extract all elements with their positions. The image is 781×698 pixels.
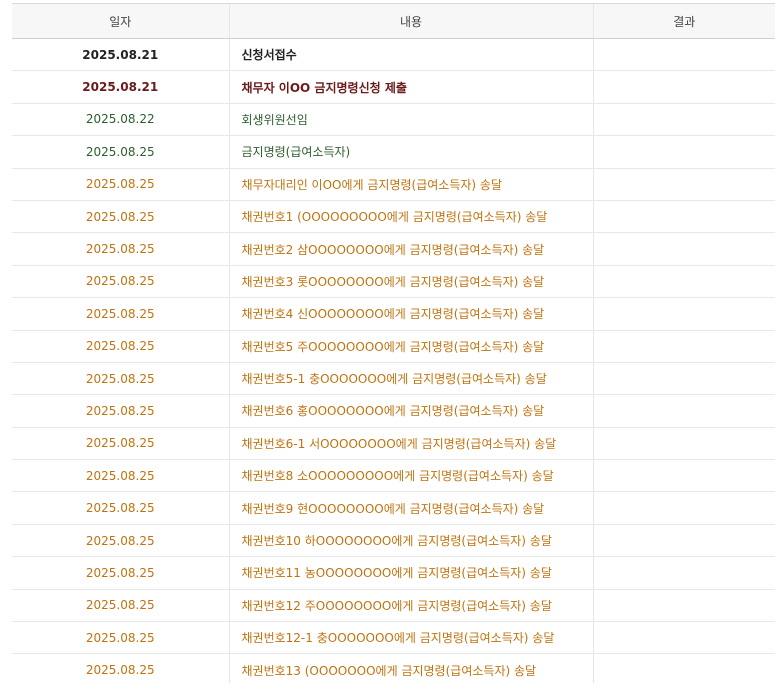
table-row: 2025.08.25 채권번호13 (OOOOOOO에게 금지명령(급여소득자) …: [12, 653, 775, 687]
result-cell: [592, 589, 775, 623]
result-cell: [592, 70, 775, 104]
content-cell: 채권번호6-1 서OOOOOOOO에게 금지명령(급여소득자) 송달: [228, 427, 593, 461]
table-row: 2025.08.21 신청서접수: [12, 38, 775, 72]
date-cell: 2025.08.25: [12, 491, 229, 525]
date-cell: 2025.08.21: [12, 38, 229, 72]
table-row: 2025.08.25 채권번호12-1 충OOOOOOO에게 금지명령(급여소득자…: [12, 621, 775, 655]
result-cell: [592, 362, 775, 396]
table-body: 2025.08.21 신청서접수 2025.08.21 채무자 이OO 금지명령신청 …: [12, 38, 775, 687]
date-cell: 2025.08.25: [12, 265, 229, 299]
table-row: 2025.08.25 채권번호12 주OOOOOOOO에게 금지명령(급여소득자)…: [12, 589, 775, 623]
result-cell: [592, 330, 775, 363]
table-row: 2025.08.25 채권번호2 삼OOOOOOOO에게 금지명령(급여소득자) …: [12, 232, 775, 266]
case-history-table-wrapper: 일자 내용 결과 2025.08.21 신청서접수 2025.08.21 채무자 이O…: [12, 3, 775, 687]
content-cell: 금지명령(급여소득자): [228, 135, 593, 169]
date-cell: 2025.08.25: [12, 459, 229, 493]
date-cell: 2025.08.25: [12, 232, 229, 266]
content-cell: 채권번호11 농OOOOOOOO에게 금지명령(급여소득자) 송달: [228, 556, 593, 590]
result-cell: [592, 491, 775, 525]
date-cell: 2025.08.25: [12, 200, 229, 234]
result-cell: [592, 524, 775, 558]
content-cell: 채권번호8 소OOOOOOOOO에게 금지명령(급여소득자) 송달: [228, 459, 593, 493]
result-cell: [592, 394, 775, 428]
content-cell: 채권번호3 롯OOOOOOOO에게 금지명령(급여소득자) 송달: [228, 265, 593, 299]
table-row: 2025.08.25 채권번호5 주OOOOOOOO에게 금지명령(급여소득자) …: [12, 330, 775, 363]
table-row: 2025.08.25 채권번호8 소OOOOOOOOO에게 금지명령(급여소득자)…: [12, 459, 775, 493]
date-cell: 2025.08.25: [12, 297, 229, 331]
content-cell: 회생위원선임: [228, 103, 593, 137]
date-cell: 2025.08.25: [12, 556, 229, 590]
table-row: 2025.08.25 채권번호5-1 충OOOOOOO에게 금지명령(급여소득자)…: [12, 362, 775, 396]
content-cell: 채권번호12-1 충OOOOOOO에게 금지명령(급여소득자) 송달: [228, 621, 593, 655]
date-cell: 2025.08.25: [12, 653, 229, 687]
result-cell: [592, 556, 775, 590]
header-result: 결과: [592, 3, 775, 39]
result-cell: [592, 103, 775, 137]
content-cell: 신청서접수: [228, 38, 593, 72]
date-cell: 2025.08.25: [12, 589, 229, 623]
header-date: 일자: [12, 3, 229, 39]
content-cell: 채권번호5-1 충OOOOOOO에게 금지명령(급여소득자) 송달: [228, 362, 593, 396]
viewport-bottom-edge: [0, 683, 781, 698]
date-cell: 2025.08.25: [12, 394, 229, 428]
date-cell: 2025.08.25: [12, 524, 229, 558]
content-cell: 채권번호4 신OOOOOOOO에게 금지명령(급여소득자) 송달: [228, 297, 593, 331]
content-cell: 채권번호5 주OOOOOOOO에게 금지명령(급여소득자) 송달: [228, 330, 593, 363]
table-row: 2025.08.25 채권번호10 하OOOOOOOO에게 금지명령(급여소득자)…: [12, 524, 775, 558]
content-cell: 채권번호2 삼OOOOOOOO에게 금지명령(급여소득자) 송달: [228, 232, 593, 266]
result-cell: [592, 168, 775, 201]
result-cell: [592, 427, 775, 461]
table-row: 2025.08.25 채권번호6-1 서OOOOOOOO에게 금지명령(급여소득자…: [12, 427, 775, 461]
table-row: 2025.08.22 회생위원선임: [12, 103, 775, 137]
date-cell: 2025.08.25: [12, 362, 229, 396]
date-cell: 2025.08.25: [12, 621, 229, 655]
result-cell: [592, 200, 775, 234]
result-cell: [592, 297, 775, 331]
table-row: 2025.08.25 채권번호4 신OOOOOOOO에게 금지명령(급여소득자) …: [12, 297, 775, 331]
date-cell: 2025.08.22: [12, 103, 229, 137]
header-row: 일자 내용 결과: [12, 3, 775, 39]
content-cell: 채무자대리인 이OO에게 금지명령(급여소득자) 송달: [228, 168, 593, 201]
table-row: 2025.08.25 채권번호11 농OOOOOOOO에게 금지명령(급여소득자)…: [12, 556, 775, 590]
table-row: 2025.08.25 채권번호9 현OOOOOOOO에게 금지명령(급여소득자) …: [12, 491, 775, 525]
content-cell: 채권번호12 주OOOOOOOO에게 금지명령(급여소득자) 송달: [228, 589, 593, 623]
date-cell: 2025.08.25: [12, 135, 229, 169]
result-cell: [592, 38, 775, 72]
content-cell: 채권번호9 현OOOOOOOO에게 금지명령(급여소득자) 송달: [228, 491, 593, 525]
date-cell: 2025.08.25: [12, 168, 229, 201]
table-row: 2025.08.25 채권번호3 롯OOOOOOOO에게 금지명령(급여소득자) …: [12, 265, 775, 299]
result-cell: [592, 135, 775, 169]
content-cell: 채권번호1 (OOOOOOOOO에게 금지명령(급여소득자) 송달: [228, 200, 593, 234]
content-cell: 채권번호6 홍OOOOOOOO에게 금지명령(급여소득자) 송달: [228, 394, 593, 428]
result-cell: [592, 265, 775, 299]
header-content: 내용: [228, 3, 593, 39]
table-row: 2025.08.25 채권번호1 (OOOOOOOOO에게 금지명령(급여소득자)…: [12, 200, 775, 234]
table-row: 2025.08.21 채무자 이OO 금지명령신청 제출: [12, 70, 775, 104]
table-row: 2025.08.25 채무자대리인 이OO에게 금지명령(급여소득자) 송달: [12, 168, 775, 201]
date-cell: 2025.08.25: [12, 330, 229, 363]
content-cell: 채무자 이OO 금지명령신청 제출: [228, 70, 593, 104]
case-history-table: 일자 내용 결과 2025.08.21 신청서접수 2025.08.21 채무자 이O…: [12, 3, 775, 687]
result-cell: [592, 459, 775, 493]
table-row: 2025.08.25 금지명령(급여소득자): [12, 135, 775, 169]
result-cell: [592, 653, 775, 687]
date-cell: 2025.08.25: [12, 427, 229, 461]
content-cell: 채권번호13 (OOOOOOO에게 금지명령(급여소득자) 송달: [228, 653, 593, 687]
content-cell: 채권번호10 하OOOOOOOO에게 금지명령(급여소득자) 송달: [228, 524, 593, 558]
result-cell: [592, 232, 775, 266]
date-cell: 2025.08.21: [12, 70, 229, 104]
table-header: 일자 내용 결과: [12, 3, 775, 39]
table-row: 2025.08.25 채권번호6 홍OOOOOOOO에게 금지명령(급여소득자) …: [12, 394, 775, 428]
result-cell: [592, 621, 775, 655]
